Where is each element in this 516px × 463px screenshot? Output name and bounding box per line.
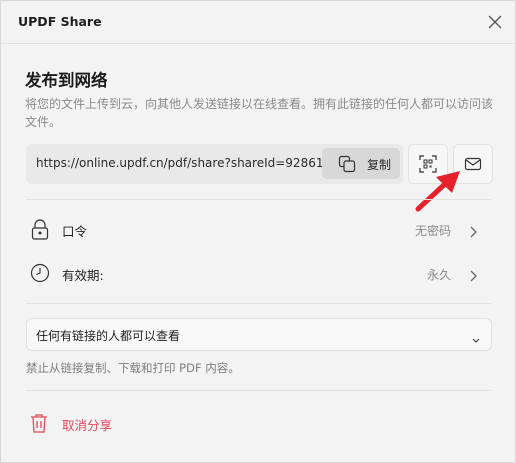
title-divider <box>1 43 515 44</box>
window-title: UPDF Share <box>18 14 102 29</box>
password-value: 无密码 <box>414 224 451 238</box>
access-note: 禁止从链接复制、下载和打印 PDF 内容。 <box>26 361 240 375</box>
share-link-url[interactable]: https://online.updf.cn/pdf/share?shareId… <box>36 156 322 170</box>
share-dialog: UPDF Share 发布到网络 将您的文件上传到云，向其他人发送链接以在线查看… <box>0 0 516 463</box>
trash-icon <box>29 412 49 438</box>
cancel-share-button[interactable]: 取消分享 <box>29 410 149 436</box>
chevron-right-icon <box>469 223 479 242</box>
validity-label: 有效期: <box>62 268 104 283</box>
copy-label: 复制 <box>367 158 392 172</box>
section-description: 将您的文件上传到云，向其他人发送链接以在线查看。拥有此链接的任何人都可以访问该文… <box>25 97 494 129</box>
copy-icon <box>338 155 356 173</box>
pointer-arrow-icon <box>415 171 460 212</box>
section-divider <box>26 303 491 304</box>
access-permission-value: 任何有链接的人都可以查看 <box>36 329 181 343</box>
share-link-box: https://online.updf.cn/pdf/share?shareId… <box>26 144 403 184</box>
chevron-right-icon <box>469 267 479 286</box>
section-divider <box>26 390 491 391</box>
access-permission-select[interactable]: 任何有链接的人都可以查看 <box>26 318 492 351</box>
section-divider <box>26 199 491 200</box>
cancel-share-label: 取消分享 <box>62 418 113 433</box>
password-row[interactable]: 口令 无密码 <box>26 211 491 247</box>
password-label: 口令 <box>62 224 88 239</box>
lock-icon <box>30 219 50 245</box>
section-heading: 发布到网络 <box>25 71 108 90</box>
title-bar: UPDF Share <box>1 1 515 43</box>
validity-row[interactable]: 有效期: 永久 <box>26 255 491 291</box>
close-icon[interactable] <box>486 13 504 31</box>
validity-value: 永久 <box>426 268 451 282</box>
clock-icon <box>30 263 50 287</box>
chevron-down-icon <box>471 330 481 349</box>
copy-link-button[interactable]: 复制 <box>322 148 400 179</box>
